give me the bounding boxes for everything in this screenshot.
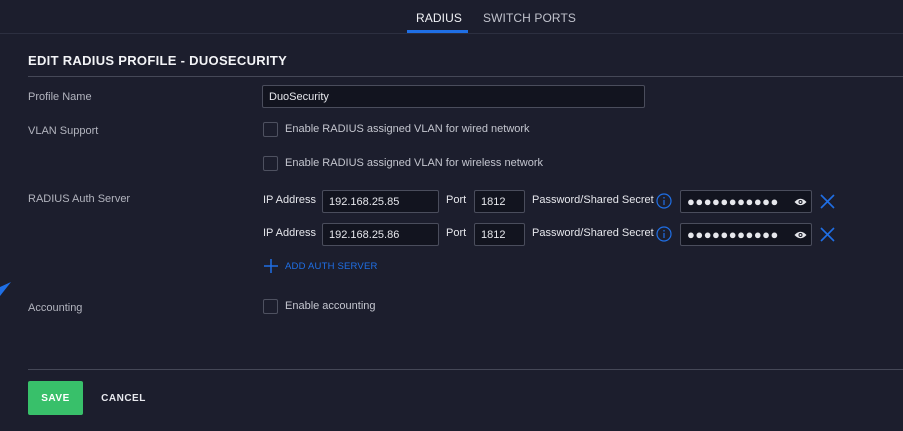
- footer-divider: [28, 369, 903, 370]
- title-divider: [28, 76, 903, 77]
- cancel-button[interactable]: CANCEL: [96, 381, 151, 415]
- port-label: Port: [446, 194, 467, 206]
- port-label: Port: [446, 227, 467, 239]
- port-input[interactable]: [474, 190, 525, 213]
- close-x-icon[interactable]: [820, 227, 835, 242]
- page-title: EDIT RADIUS PROFILE - DUOSECURITY: [28, 53, 288, 68]
- shared-secret-label: Password/Shared Secret: [532, 227, 654, 239]
- active-tab-indicator: [407, 30, 468, 33]
- eye-icon[interactable]: [794, 230, 807, 240]
- info-circle-icon[interactable]: [656, 226, 672, 242]
- wired-vlan-label: Enable RADIUS assigned VLAN for wired ne…: [285, 123, 530, 135]
- close-x-icon[interactable]: [820, 194, 835, 209]
- shared-secret-input[interactable]: [680, 223, 812, 246]
- corner-triangle-icon: [0, 282, 11, 296]
- info-circle-icon[interactable]: [656, 193, 672, 209]
- ip-address-label: IP Address: [263, 194, 316, 206]
- profile-name-label: Profile Name: [28, 91, 92, 103]
- shared-secret-input[interactable]: [680, 190, 812, 213]
- ip-address-input[interactable]: [322, 190, 439, 213]
- port-input[interactable]: [474, 223, 525, 246]
- wireless-vlan-checkbox[interactable]: [263, 156, 278, 171]
- plus-icon: [264, 259, 278, 273]
- accounting-label: Accounting: [28, 302, 83, 314]
- accounting-checkbox[interactable]: [263, 299, 278, 314]
- ip-address-input[interactable]: [322, 223, 439, 246]
- wired-vlan-checkbox[interactable]: [263, 122, 278, 137]
- auth-server-label: RADIUS Auth Server: [28, 193, 131, 205]
- accounting-option-label: Enable accounting: [285, 300, 376, 312]
- shared-secret-label: Password/Shared Secret: [532, 194, 654, 206]
- wireless-vlan-label: Enable RADIUS assigned VLAN for wireless…: [285, 157, 544, 169]
- add-auth-server-label: ADD AUTH SERVER: [285, 261, 378, 272]
- eye-icon[interactable]: [794, 197, 807, 207]
- profile-name-input[interactable]: [262, 85, 645, 108]
- tab-radius[interactable]: RADIUS: [416, 11, 462, 25]
- tab-bar: RADIUS SWITCH PORTS: [0, 0, 903, 34]
- tab-switch-ports[interactable]: SWITCH PORTS: [483, 11, 576, 25]
- vlan-support-label: VLAN Support: [28, 125, 99, 137]
- ip-address-label: IP Address: [263, 227, 316, 239]
- save-button[interactable]: SAVE: [28, 381, 83, 415]
